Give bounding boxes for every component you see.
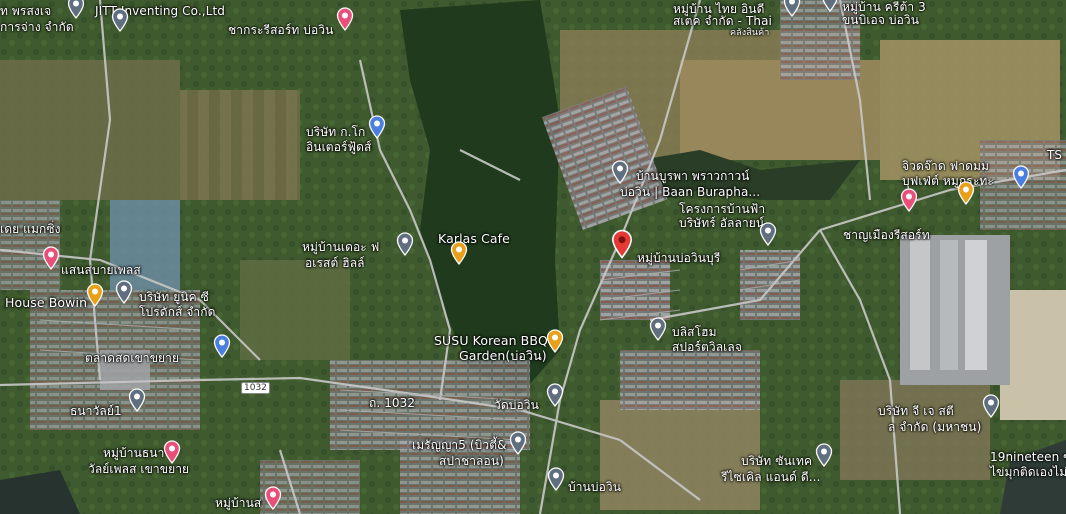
label-left-hotel[interactable]: แสนสบายเพลส: [61, 263, 141, 277]
label-company-top-left-2[interactable]: การจ่าง จำกัด: [0, 20, 74, 34]
hotel-pin-icon[interactable]: [264, 486, 282, 510]
shopping-pin-icon[interactable]: [1012, 165, 1030, 189]
label-moo-forest-2[interactable]: อเรสต์ ฮิลล์: [305, 256, 365, 270]
restaurant-pin-icon[interactable]: [450, 241, 468, 265]
place-pin-icon[interactable]: [759, 222, 777, 246]
place-pin-icon[interactable]: [821, 0, 839, 12]
label-hotel-top[interactable]: ชากระรีสอร์ท บ่อวิน: [228, 23, 333, 37]
hotel-pin-icon[interactable]: [42, 246, 60, 270]
place-pin-icon[interactable]: [396, 232, 414, 256]
label-left-1[interactable]: เดย แมกซิ่ง: [0, 222, 61, 236]
label-moo-bowin[interactable]: หมู่บ้านบ่อวินบุรี: [637, 251, 720, 265]
place-pin-icon[interactable]: [547, 467, 565, 491]
label-company-kk-2[interactable]: อินเตอร์ฟู้ดส์: [306, 140, 371, 154]
label-company-top-left[interactable]: ท พรสงเจ: [0, 4, 51, 18]
place-pin-icon[interactable]: [67, 0, 85, 19]
place-pin-icon[interactable]: [649, 317, 667, 341]
label-top-right-2[interactable]: ขนบิเอจ บ่อวิน: [842, 13, 919, 27]
shopping-pin-icon[interactable]: [213, 334, 231, 358]
label-jiew-1[interactable]: จิวดจ๊าด ฟาดมม: [902, 159, 989, 173]
label-bliss-2[interactable]: สปอร์ตวิลเลจ: [672, 340, 742, 354]
label-company-jj-2[interactable]: ล จำกัด (มหาชน): [888, 420, 981, 434]
label-project-1[interactable]: โครงการบ้านฟ้า: [679, 202, 765, 216]
place-pin-icon[interactable]: [115, 280, 133, 304]
hotel-pin-icon[interactable]: [336, 7, 354, 31]
label-baan-burapha-2[interactable]: บ่อวิน | Baan Burapha...: [620, 185, 760, 199]
label-baan-bowin[interactable]: บ้านบ่อวิน: [568, 480, 621, 494]
label-company-kk-1[interactable]: บริษัท ก.โก: [306, 125, 365, 139]
label-bottom-left[interactable]: หมู่บ้านส: [215, 496, 261, 510]
label-moo-forest-1[interactable]: หมู่บ้านเดอะ ฟ: [302, 240, 379, 254]
label-moo-thana-2[interactable]: วัลย์เพลส เขาขยาย: [88, 462, 189, 476]
label-bliss-1[interactable]: บลิสโฮม: [672, 325, 717, 339]
shopping-pin-icon[interactable]: [368, 115, 386, 139]
place-pin-icon[interactable]: [815, 443, 833, 467]
restaurant-pin-icon[interactable]: [86, 283, 104, 307]
label-susu-2[interactable]: Garden(บ่อวิน): [459, 349, 547, 363]
place-pin-icon[interactable]: [783, 0, 801, 17]
selected-location-pin-icon[interactable]: [611, 229, 633, 259]
label-village-mueang[interactable]: ชาญเมืองรีสอร์ท: [843, 228, 930, 242]
label-company-techno-2[interactable]: รีไซเคิล แอนด์ ดี...: [721, 470, 821, 484]
label-company-yunik-1[interactable]: บริษัท ยูนิค ซี: [139, 290, 209, 304]
place-pin-icon[interactable]: [611, 160, 629, 184]
label-19nineteen-2[interactable]: ไข่มุกติดเองไม่: [990, 465, 1066, 479]
map-view[interactable]: 1032 ท พรสงเจ การจ่าง จำกัด JITT Inventi…: [0, 0, 1066, 514]
temple-pin-icon[interactable]: [546, 383, 564, 407]
label-company-jj-1[interactable]: บริษัท จี เจ สตี: [878, 404, 954, 418]
label-19nineteen-1[interactable]: 19nineteen ซาน: [990, 450, 1066, 464]
label-top-right-1[interactable]: หมู่บ้าน ครีต้า 3: [842, 0, 926, 14]
label-susu-1[interactable]: SUSU Korean BBQ: [434, 334, 548, 348]
hotel-pin-icon[interactable]: [163, 440, 181, 464]
label-moo-thana-1[interactable]: หมู่บ้านธนา: [103, 446, 164, 460]
label-baan-burapha-1[interactable]: บ้านบูรพา พราวกาวน์: [636, 169, 749, 183]
satellite-imagery: [0, 0, 1066, 514]
route-1032-shield: 1032: [241, 382, 270, 394]
label-company-yunik-2[interactable]: โปรดักส์ จำกัด: [139, 305, 216, 319]
restaurant-pin-icon[interactable]: [546, 329, 564, 353]
place-pin-icon[interactable]: [128, 388, 146, 412]
label-merry-1[interactable]: เมรัญญา5 (บิวตี้&: [412, 438, 507, 452]
place-pin-icon[interactable]: [111, 8, 129, 32]
label-ts[interactable]: TS: [1047, 148, 1062, 162]
restaurant-pin-icon[interactable]: [957, 181, 975, 205]
label-house-bowin[interactable]: House Bowin: [5, 296, 87, 310]
place-pin-icon[interactable]: [982, 394, 1000, 418]
label-thanawat[interactable]: ธนาวัลย์1: [70, 404, 122, 418]
label-top-mid-3[interactable]: คลังสินค้า: [730, 26, 769, 40]
label-karlas-cafe[interactable]: Karlas Cafe: [438, 232, 510, 246]
label-market[interactable]: ตลาดสดเขาขยาย: [85, 351, 179, 365]
label-road-1032: ถ. 1032: [369, 396, 416, 410]
place-pin-icon[interactable]: [509, 431, 527, 455]
hotel-pin-icon[interactable]: [900, 188, 918, 212]
label-jiew-2[interactable]: บุฟเฟ่ต์ หมูกระทะ: [902, 174, 994, 188]
label-wat-bowin[interactable]: วัดบ่อวิน: [494, 398, 539, 412]
label-company-techno-1[interactable]: บริษัท ซันเทค: [741, 454, 812, 468]
label-merry-2[interactable]: สปาชาลอน): [439, 454, 504, 468]
